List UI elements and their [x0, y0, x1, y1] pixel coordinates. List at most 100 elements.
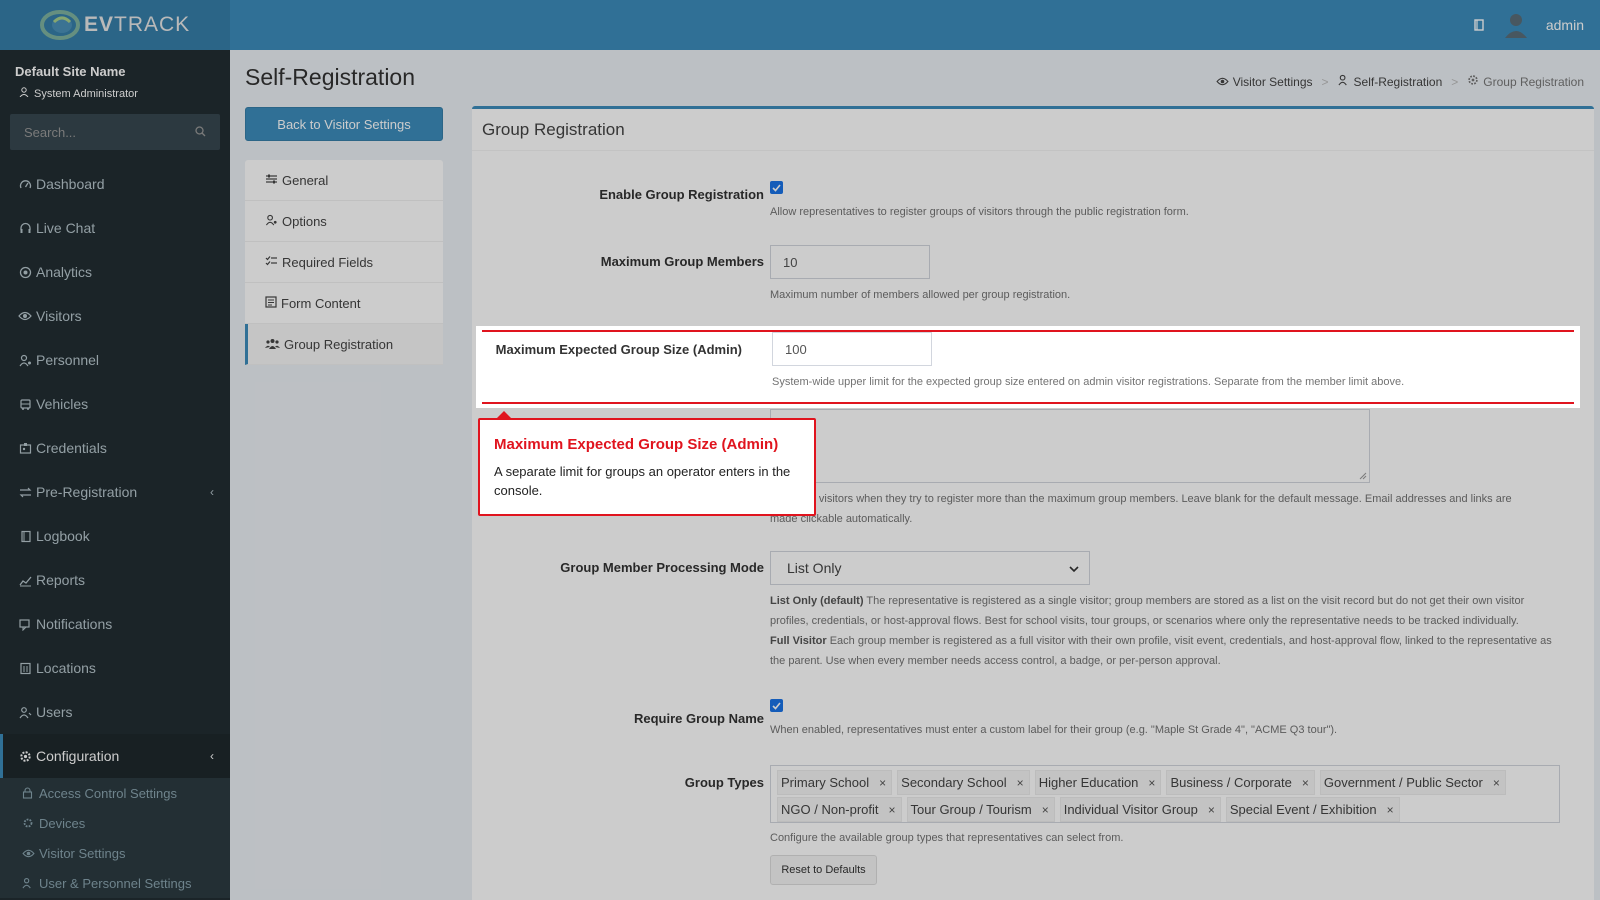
user-name[interactable]: admin [1546, 17, 1584, 33]
sidebar-item-dashboard[interactable]: Dashboard [0, 162, 230, 206]
close-icon[interactable]: × [1493, 776, 1500, 790]
tour-tooltip: Maximum Expected Group Size (Admin) A se… [478, 411, 816, 516]
close-icon[interactable]: × [1387, 803, 1394, 817]
sidebar-item-label: Visitors [36, 308, 82, 324]
sidebar-item-reports[interactable]: Reports [0, 558, 230, 602]
enable-group-checkbox[interactable] [770, 181, 783, 194]
device-icon [22, 817, 35, 830]
tooltip-title: Maximum Expected Group Size (Admin) [494, 436, 779, 453]
tooltip-body: A separate limit for groups an operator … [494, 464, 791, 498]
tag-label: Individual Visitor Group [1063, 802, 1198, 817]
breadcrumb-group-registration: Group Registration [1467, 74, 1584, 89]
sidebar-subitem-devices[interactable]: Devices [0, 808, 230, 838]
close-icon[interactable]: × [1017, 776, 1024, 790]
close-icon[interactable]: × [879, 776, 886, 790]
sidebar-item-label: Personnel [36, 352, 100, 368]
sidebar-item-label: Dashboard [36, 176, 105, 192]
sidebar-item-label: Notifications [36, 616, 113, 632]
target-icon [18, 265, 32, 279]
tab-group-registration[interactable]: Group Registration [245, 324, 443, 365]
close-icon[interactable]: × [1042, 803, 1049, 817]
sidebar-search [10, 114, 220, 150]
gear-icon [18, 749, 32, 763]
tag-label: Government / Public Sector [1323, 775, 1483, 790]
sidebar-item-analytics[interactable]: Analytics [0, 250, 230, 294]
sidebar-item-configuration[interactable]: Configuration ‹ [0, 734, 230, 778]
avatar-icon[interactable] [1504, 12, 1528, 38]
enable-group-help: Allow representatives to register groups… [770, 206, 1189, 218]
user-panel: Default Site Name System Administrator [0, 50, 230, 110]
tab-required-fields[interactable]: Required Fields [245, 242, 443, 283]
back-to-visitor-settings-button[interactable]: Back to Visitor Settings [245, 107, 443, 141]
sidebar-item-visitors[interactable]: Visitors [0, 294, 230, 338]
dashboard-icon [18, 177, 32, 191]
tag-label: Special Event / Exhibition [1229, 802, 1377, 817]
configuration-submenu: Access Control Settings Devices Visitor … [0, 778, 230, 898]
max-members-input[interactable]: 10 [770, 245, 930, 279]
sidebar-item-vehicles[interactable]: Vehicles [0, 382, 230, 426]
chevron-left-icon: ‹ [210, 485, 214, 499]
tag-label: Higher Education [1038, 775, 1139, 790]
tag-label: Business / Corporate [1170, 775, 1292, 790]
tab-form-content[interactable]: Form Content [245, 283, 443, 324]
sidebar: Default Site Name System Administrator D… [0, 50, 230, 900]
sidebar-subitem-label: User & Personnel Settings [39, 875, 192, 891]
tag-label: Tour Group / Tourism [910, 802, 1032, 817]
close-icon[interactable]: × [1148, 776, 1155, 790]
max-expected-input[interactable]: 100 [772, 332, 932, 366]
top-header: EVTRACK admin [0, 0, 1600, 50]
sliders-icon [265, 173, 278, 188]
breadcrumb-self-registration[interactable]: Self-Registration [1338, 74, 1443, 89]
user-role-label: System Administrator [34, 87, 138, 100]
max-expected-help: System-wide upper limit for the expected… [772, 376, 1405, 388]
sidebar-item-personnel[interactable]: Personnel [0, 338, 230, 382]
close-icon[interactable]: × [1302, 776, 1309, 790]
logo-text: EVTRACK [84, 13, 191, 36]
sidebar-subitem-user-personnel[interactable]: User & Personnel Settings [0, 868, 230, 898]
close-icon[interactable]: × [1208, 803, 1215, 817]
sidebar-item-locations[interactable]: Locations [0, 646, 230, 690]
search-icon[interactable] [195, 125, 206, 140]
logo[interactable]: EVTRACK [0, 0, 230, 50]
sidebar-subitem-access-control[interactable]: Access Control Settings [0, 778, 230, 808]
sidebar-item-notifications[interactable]: Notifications [0, 602, 230, 646]
sidebar-subitem-label: Access Control Settings [39, 785, 178, 801]
max-members-label: Maximum Group Members [600, 254, 764, 269]
page-title: Self-Registration [245, 64, 416, 90]
close-icon[interactable]: × [889, 803, 896, 817]
reset-to-defaults-button[interactable]: Reset to Defaults [770, 855, 877, 885]
tab-general[interactable]: General [245, 160, 443, 201]
book-icon [18, 529, 32, 543]
breadcrumb-label: Self-Registration [1353, 74, 1443, 89]
book-icon[interactable] [1472, 18, 1486, 32]
sidebar-item-pre-registration[interactable]: Pre-Registration ‹ [0, 470, 230, 514]
require-name-checkbox[interactable] [770, 699, 783, 712]
user-role: System Administrator [15, 87, 215, 100]
site-name: Default Site Name [15, 64, 126, 79]
breadcrumb-separator: > [1321, 74, 1329, 89]
tag: Higher Education × [1034, 770, 1162, 795]
user-cog-icon [1338, 74, 1350, 89]
tab-options[interactable]: Options [245, 201, 443, 242]
tag-label: NGO / Non-profit [781, 802, 879, 817]
breadcrumb-visitor-settings[interactable]: Visitor Settings [1216, 75, 1313, 89]
sidebar-subitem-label: Visitor Settings [39, 845, 126, 861]
panel-title: Group Registration [472, 109, 1594, 151]
processing-mode-select[interactable]: List Only [770, 551, 1090, 585]
sidebar-subitem-label: Devices [39, 815, 86, 831]
users-icon [265, 337, 280, 352]
tab-label: Form Content [281, 295, 361, 311]
sidebar-item-credentials[interactable]: Credentials [0, 426, 230, 470]
sidebar-item-logbook[interactable]: Logbook [0, 514, 230, 558]
sidebar-item-label: Live Chat [36, 220, 96, 236]
exceeded-message-textarea[interactable] [770, 409, 1370, 483]
group-types-tags-input[interactable]: Primary School × Secondary School × Higher… [770, 765, 1560, 823]
tag-label: Secondary School [901, 775, 1007, 790]
sidebar-item-live-chat[interactable]: Live Chat [0, 206, 230, 250]
badge-icon [18, 441, 32, 455]
logo-mark-icon [40, 10, 82, 40]
sidebar-subitem-visitor-settings[interactable]: Visitor Settings [0, 838, 230, 868]
search-input[interactable] [24, 124, 174, 140]
user-cog-icon [265, 214, 278, 229]
sidebar-item-users[interactable]: Users [0, 690, 230, 734]
